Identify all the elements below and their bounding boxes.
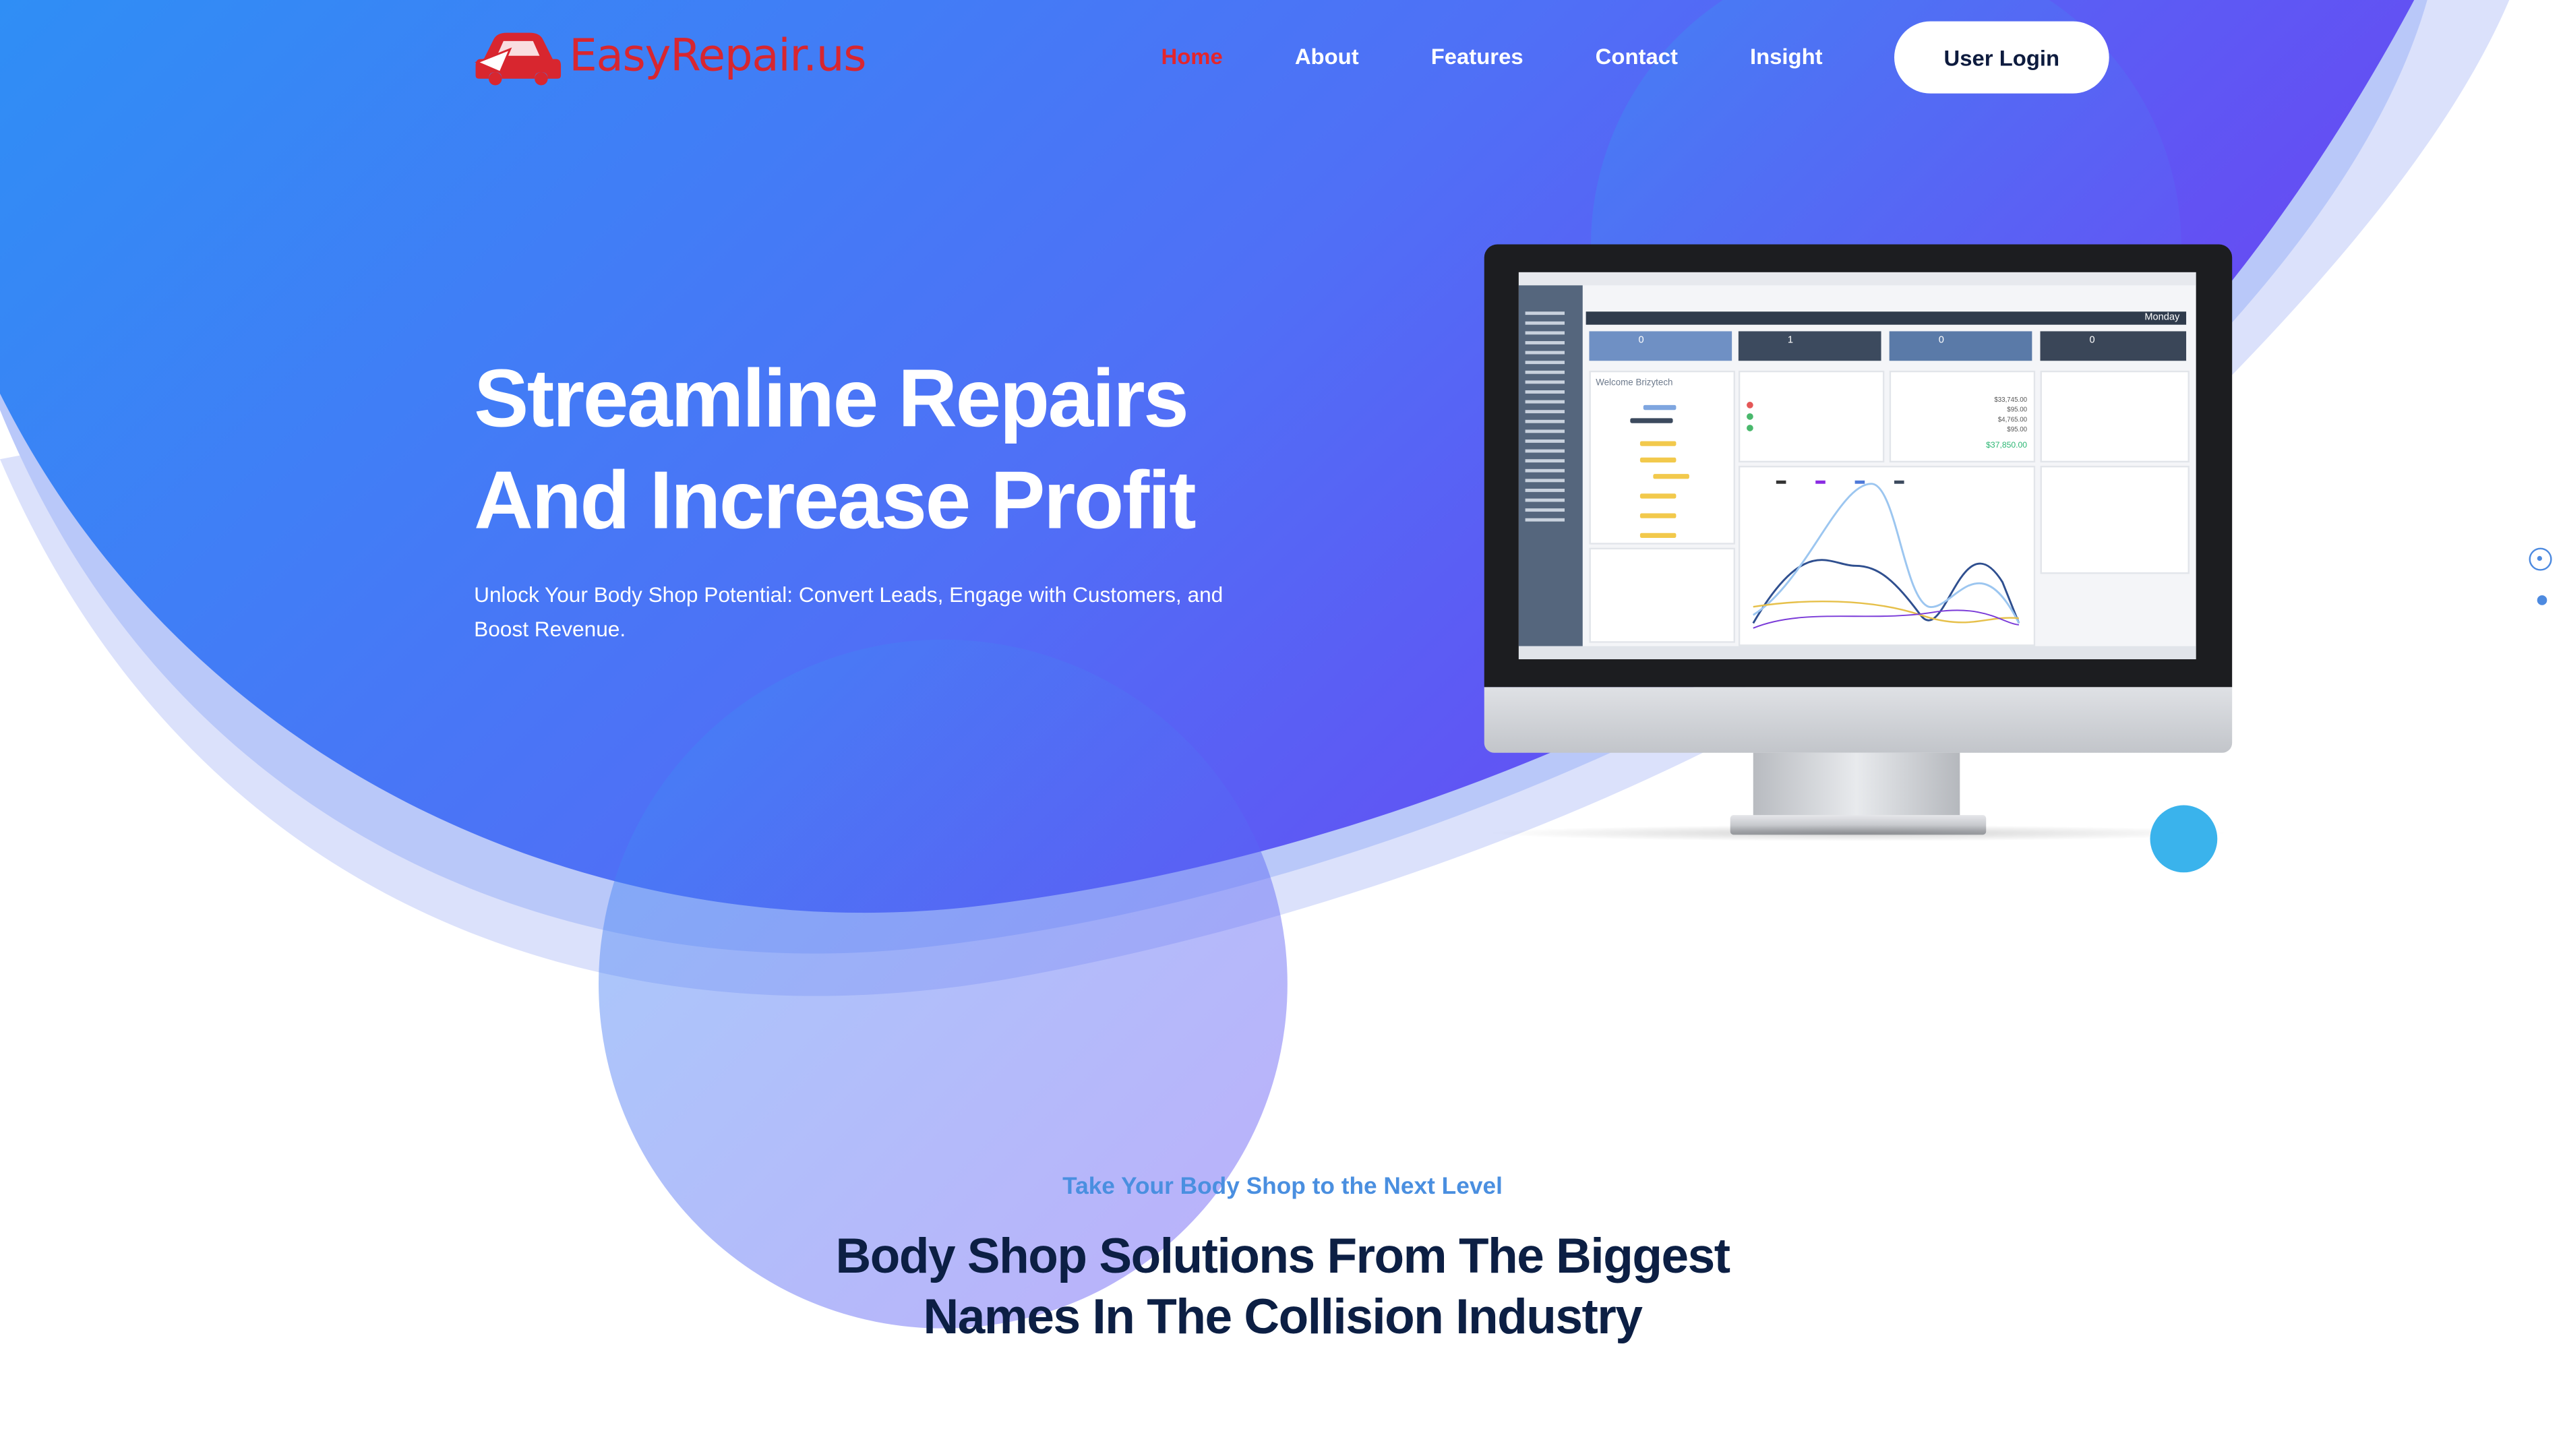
sidebar-line — [1525, 449, 1565, 453]
nav-contact[interactable]: Contact — [1596, 44, 1678, 69]
sidebar-line — [1525, 390, 1565, 394]
monitor-shadow — [1484, 824, 2233, 842]
sidebar-line — [1525, 439, 1565, 443]
sidebar-line — [1525, 351, 1565, 355]
sidebar-line — [1525, 508, 1565, 512]
status-dots-icon — [1747, 402, 1753, 431]
parts-panel — [2040, 465, 2190, 574]
slider-dot[interactable] — [2537, 595, 2547, 605]
chip — [1643, 404, 1677, 411]
estimates-panel — [1738, 370, 1885, 463]
monitor-bezel: Monday 0 1 0 0 Welcome Brizytech $33,745… — [1484, 244, 2233, 688]
monitor-mockup: Monday 0 1 0 0 Welcome Brizytech $33,745… — [1484, 244, 2233, 855]
nav-insight[interactable]: Insight — [1750, 44, 1823, 69]
sidebar-line — [1525, 489, 1565, 492]
section-title-line-2: Names In The Collision Industry — [923, 1290, 1643, 1345]
sidebar-line — [1525, 419, 1565, 423]
totals-panel: $33,745.00 $95.00 $4,765.00 $95.00 $37,8… — [1889, 370, 2036, 463]
sidebar-line — [1525, 400, 1565, 404]
stat-card: 0 — [2040, 331, 2187, 361]
chip — [1639, 513, 1677, 518]
page: EasyRepair.us Home About Features Contac… — [0, 0, 2565, 1456]
chip — [1653, 474, 1689, 479]
section-title-line-1: Body Shop Solutions From The Biggest — [835, 1230, 1730, 1284]
hero-subtitle: Unlock Your Body Shop Potential: Convert… — [474, 582, 1224, 642]
hero-title-line-1: Streamline Repairs — [474, 353, 1189, 445]
chip — [1639, 457, 1677, 463]
sidebar-line — [1525, 341, 1565, 344]
stat-card: 0 — [1589, 331, 1732, 361]
dashboard-day-label: Monday — [2144, 313, 2180, 324]
sidebar-line — [1525, 370, 1565, 374]
sidebar-line — [1525, 380, 1565, 384]
sidebar-line — [1525, 321, 1565, 325]
decorative-bubble — [2150, 805, 2218, 873]
sidebar-line — [1525, 429, 1565, 433]
dashboard-taskbar — [1518, 646, 2196, 660]
nav-home[interactable]: Home — [1161, 44, 1222, 69]
line-chart-graphic — [1752, 480, 2020, 629]
nav-about[interactable]: About — [1295, 44, 1359, 69]
main-nav: Home About Features Contact Insight — [1132, 44, 1895, 69]
chip — [1639, 493, 1677, 499]
sidebar-line — [1525, 479, 1565, 483]
stat-card: 0 — [1889, 331, 2032, 361]
sidebar-line — [1525, 361, 1565, 365]
section-title: Body Shop Solutions From The Biggest Nam… — [0, 1227, 2565, 1348]
sidebar-line — [1525, 459, 1565, 463]
dashboard-header-band: Monday — [1586, 311, 2187, 325]
brand-name: EasyRepair.us — [569, 30, 866, 82]
sidebar-line — [1525, 311, 1565, 315]
chip — [1639, 441, 1677, 446]
welcome-panel: Welcome Brizytech — [1589, 370, 1736, 545]
monitor-chin — [1484, 687, 2233, 753]
sidebar-line — [1525, 331, 1565, 335]
car-logo-icon — [475, 32, 562, 86]
sidebar-line — [1525, 410, 1565, 414]
user-login-button[interactable]: User Login — [1894, 21, 2109, 94]
hero-title: Streamline Repairs And Increase Profit — [474, 348, 1327, 551]
chart-panel — [1738, 465, 2036, 646]
dashboard-sidebar — [1518, 285, 1583, 646]
chip — [1630, 418, 1673, 423]
sidebar-line — [1525, 498, 1565, 502]
monitor-stand — [1753, 752, 1960, 819]
hero-title-line-2: And Increase Profit — [474, 454, 1197, 547]
chip — [1639, 533, 1677, 538]
dashboard-screenshot: Monday 0 1 0 0 Welcome Brizytech $33,745… — [1518, 272, 2196, 660]
list-panel — [1589, 547, 1736, 643]
stat-card: 1 — [1738, 331, 1881, 361]
insurance-panel — [2040, 370, 2190, 463]
brand-logo[interactable]: EasyRepair.us — [474, 23, 867, 88]
section-eyebrow: Take Your Body Shop to the Next Level — [1062, 1174, 1503, 1201]
sidebar-line — [1525, 518, 1565, 522]
sidebar-line — [1525, 468, 1565, 473]
nav-features[interactable]: Features — [1431, 44, 1523, 69]
slider-dot-active[interactable] — [2529, 547, 2552, 571]
dashboard-browser-bar — [1518, 272, 2196, 286]
